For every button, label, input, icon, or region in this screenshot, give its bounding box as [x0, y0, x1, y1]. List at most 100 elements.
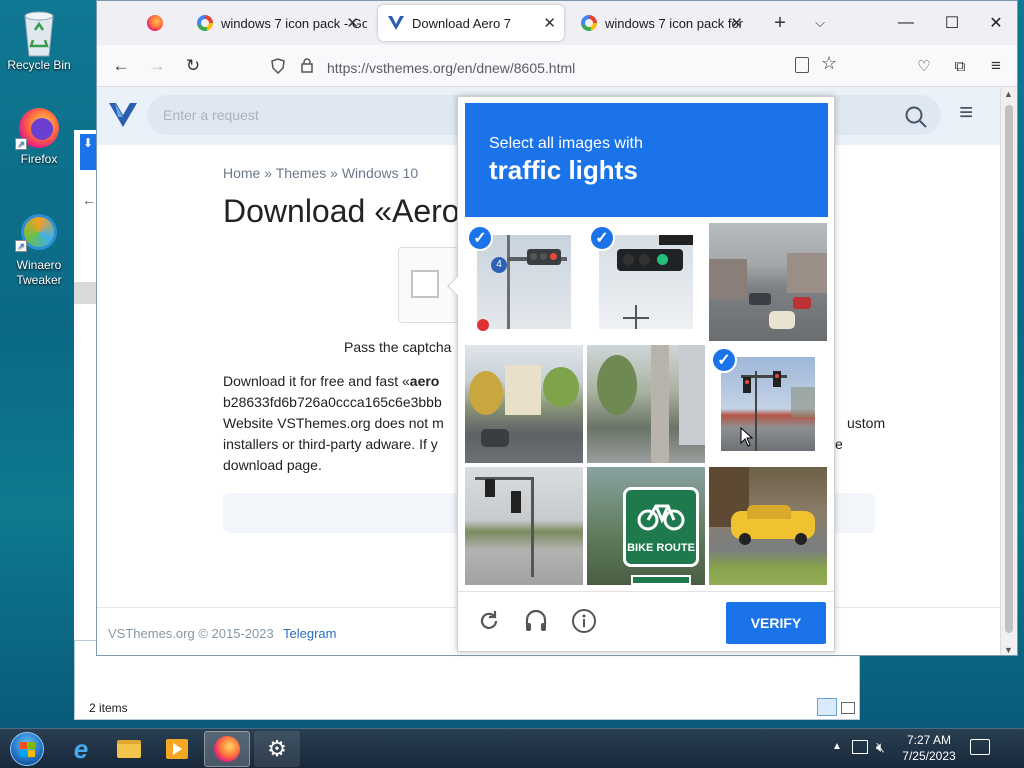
network-icon[interactable]	[852, 740, 868, 754]
url-bar[interactable]: https://vsthemes.org/en/dnew/8605.html ☆	[261, 47, 841, 85]
lock-icon[interactable]	[301, 58, 313, 73]
breadcrumb-themes[interactable]: Themes	[276, 165, 327, 181]
taskbar-settings[interactable]: ⚙	[254, 731, 300, 767]
desc-text: Website VSThemes.org does not m	[223, 415, 444, 431]
scroll-down-icon[interactable]: ▼	[1004, 645, 1013, 655]
tab-google-search-1[interactable]: windows 7 icon pack - Go ✕	[187, 5, 367, 41]
google-icon	[581, 15, 597, 31]
close-window-button[interactable]: ✕	[973, 1, 1017, 45]
tab-firefox[interactable]	[137, 5, 181, 41]
reload-icon[interactable]: ↻	[180, 53, 206, 79]
desc-text: e	[835, 436, 843, 452]
explorer-status-items: 2 items	[89, 701, 128, 715]
vsthemes-logo-icon[interactable]	[109, 103, 137, 127]
scrollbar-thumb[interactable]	[1005, 105, 1013, 633]
taskbar-file-explorer[interactable]	[106, 731, 152, 767]
refresh-challenge-icon[interactable]	[474, 606, 504, 636]
action-center-icon[interactable]	[970, 739, 990, 755]
tile-image: 4	[477, 235, 571, 331]
tab-download-aero[interactable]: Download Aero 7 ✕	[378, 5, 564, 41]
clock[interactable]: 7:27 AM 7/25/2023	[898, 732, 960, 764]
google-icon	[197, 15, 213, 31]
volume-muted-icon[interactable]: 🔇︎	[876, 739, 885, 756]
forward-icon[interactable]: →	[144, 53, 170, 79]
taskbar-firefox[interactable]	[204, 731, 250, 767]
folder-icon	[117, 740, 141, 758]
taskbar-media-player[interactable]	[154, 731, 200, 767]
close-icon: ✕	[989, 15, 1003, 32]
info-icon[interactable]	[569, 606, 599, 636]
shield-icon[interactable]	[271, 58, 285, 74]
captcha-tile-7[interactable]	[465, 467, 583, 585]
desktop-icon-recycle-bin[interactable]: Recycle Bin	[4, 8, 74, 72]
audio-challenge-icon[interactable]	[521, 606, 551, 636]
scroll-up-icon[interactable]: ▲	[1004, 89, 1013, 99]
maximize-button[interactable]: ☐	[929, 1, 975, 45]
minimize-button[interactable]: —	[883, 1, 929, 45]
captcha-checkbox[interactable]	[411, 270, 439, 298]
taskbar-internet-explorer[interactable]: e	[58, 731, 104, 767]
gear-icon: ⚙	[267, 736, 287, 761]
firefox-tab-icon	[147, 15, 163, 31]
captcha-tile-8[interactable]: BIKE ROUTE	[587, 467, 705, 585]
close-tab-icon[interactable]: ✕	[730, 14, 743, 32]
search-icon[interactable]	[905, 106, 927, 128]
captcha-tile-2[interactable]: ✓	[587, 223, 705, 341]
clock-time: 7:27 AM	[906, 733, 952, 747]
pocket-icon[interactable]: ♡	[911, 53, 937, 79]
desktop-icon-winaero-tweaker[interactable]: ↗ Winaero Tweaker	[4, 212, 74, 288]
extensions-icon[interactable]: ⧉	[947, 53, 973, 79]
desktop-icon-firefox[interactable]: ↗ Firefox	[4, 106, 74, 166]
breadcrumb-sep: »	[330, 165, 338, 181]
tab-label: windows 7 icon pack - Go	[221, 15, 367, 31]
captcha-tile-6[interactable]: ✓	[709, 345, 827, 463]
maximize-icon: ☐	[944, 15, 960, 32]
reader-view-icon[interactable]	[795, 57, 809, 73]
close-tab-icon[interactable]: ✕	[346, 14, 359, 32]
page-scrollbar[interactable]: ▲ ▼	[1000, 87, 1017, 655]
back-icon[interactable]: ←	[108, 53, 134, 79]
bookmark-star-icon[interactable]: ☆	[821, 53, 837, 74]
new-tab-icon[interactable]: +	[767, 10, 793, 36]
url-text[interactable]: https://vsthemes.org/en/dnew/8605.html	[327, 60, 575, 76]
desktop-icon-label: Firefox	[20, 152, 58, 166]
hamburger-menu-icon[interactable]: ≡	[959, 101, 973, 125]
details-view-icon[interactable]	[817, 698, 837, 716]
captcha-tile-3[interactable]	[709, 223, 827, 341]
page-title: Download «Aero	[223, 193, 460, 229]
tab-label: Download Aero 7	[412, 15, 512, 31]
captcha-tile-1[interactable]: ✓ 4	[465, 223, 583, 341]
firefox-icon	[214, 736, 240, 762]
captcha-footer: VERIFY	[458, 591, 834, 651]
back-arrow-icon[interactable]: ←	[82, 192, 96, 208]
captcha-tile-4[interactable]	[465, 345, 583, 463]
desc-text: download page.	[223, 457, 322, 473]
captcha-tile-9[interactable]	[709, 467, 827, 585]
bicycle-icon	[637, 504, 685, 531]
captcha-target: traffic lights	[489, 155, 638, 185]
breadcrumb-windows10[interactable]: Windows 10	[342, 165, 418, 181]
menu-icon[interactable]: ≡	[983, 53, 1009, 79]
start-button[interactable]	[2, 731, 52, 767]
list-tabs-icon[interactable]: ⌵	[807, 10, 833, 36]
desc-text: ustom	[847, 415, 886, 431]
breadcrumb: Home » Themes » Windows 10	[223, 165, 418, 181]
desktop-icon-label: Recycle Bin	[7, 58, 71, 72]
verify-button[interactable]: VERIFY	[726, 602, 826, 644]
pass-captcha-text: Pass the captcha	[344, 339, 452, 355]
check-icon: ✓	[589, 225, 615, 251]
captcha-tile-5[interactable]	[587, 345, 705, 463]
breadcrumb-home[interactable]: Home	[223, 165, 260, 181]
captcha-header: Select all images with traffic lights	[465, 103, 828, 217]
footer-telegram-link[interactable]: Telegram	[283, 626, 336, 641]
large-icons-view-icon[interactable]	[841, 702, 855, 714]
breadcrumb-sep: »	[264, 165, 273, 181]
check-icon: ✓	[467, 225, 493, 251]
close-tab-icon[interactable]: ✕	[543, 14, 556, 32]
tab-google-search-2[interactable]: windows 7 icon pack for ✕	[571, 5, 751, 41]
firefox-icon: ↗	[15, 106, 61, 150]
internet-explorer-icon: e	[73, 733, 89, 764]
show-hidden-icons-icon[interactable]: ▲	[832, 741, 842, 752]
media-player-icon	[166, 739, 188, 759]
tab-label: windows 7 icon pack for	[605, 15, 744, 31]
